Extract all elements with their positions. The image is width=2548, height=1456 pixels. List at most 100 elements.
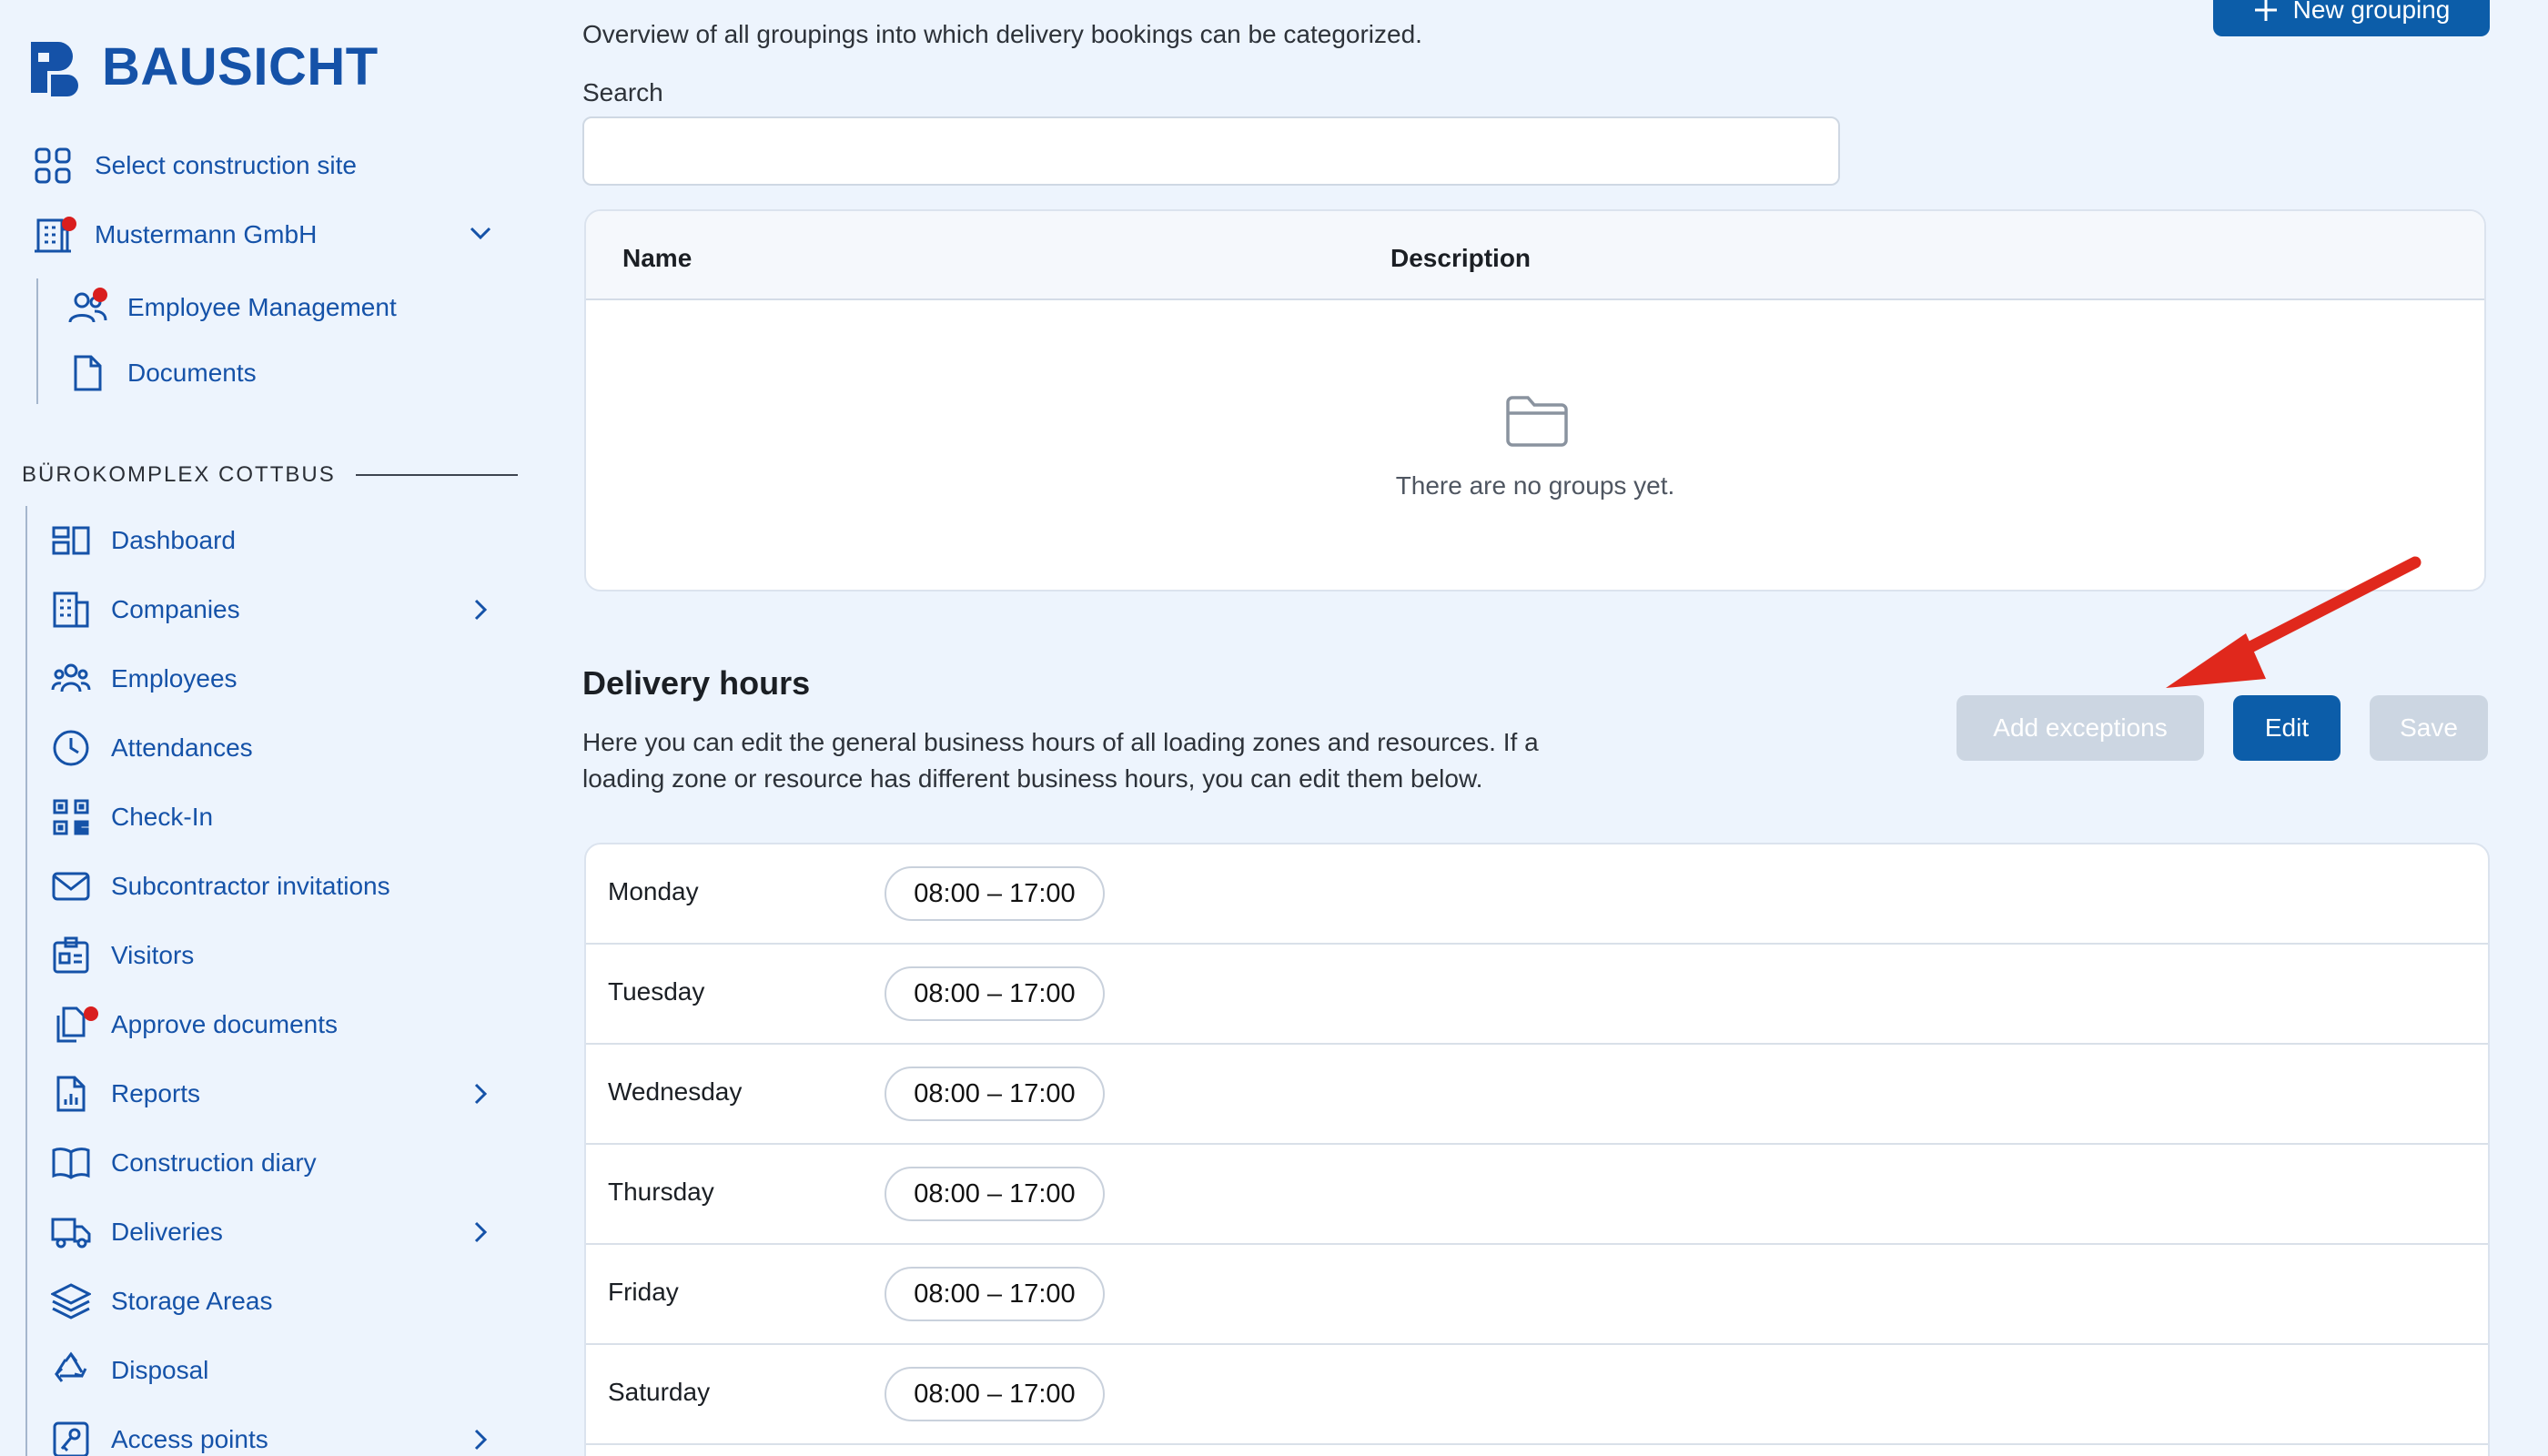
day-label: Saturday (608, 1378, 711, 1406)
table-row: Friday 08:00 – 17:00 (586, 1245, 2488, 1345)
day-label: Friday (608, 1278, 679, 1306)
select-site-label: Select construction site (95, 151, 357, 179)
sidebar-item-label: Reports (111, 1079, 201, 1107)
sidebar-item-attendances[interactable]: Attendances (51, 723, 253, 774)
company-menu[interactable]: Mustermann GmbH (33, 209, 317, 260)
new-grouping-button[interactable]: New grouping (2213, 0, 2490, 36)
sidebar-item-disposal[interactable]: Disposal (51, 1345, 208, 1396)
building-icon (33, 215, 76, 255)
dashboard-icon (51, 521, 91, 561)
sidebar-item-label: Disposal (111, 1356, 209, 1384)
clock-icon (51, 728, 91, 768)
chevron-right-icon[interactable] (471, 1427, 490, 1452)
sidebar: BAUSICHT Select construction site Muster… (0, 0, 528, 1456)
sidebar-item-employees[interactable]: Employees (51, 653, 238, 704)
grid-icon (33, 146, 73, 186)
sidebar-item-label: Check-In (111, 803, 214, 831)
select-construction-site[interactable]: Select construction site (33, 140, 357, 191)
users-icon (51, 659, 91, 699)
column-header-name[interactable]: Name (622, 244, 692, 273)
sidebar-item-approve-documents[interactable]: Approve documents (51, 999, 338, 1050)
folder-icon (1504, 393, 1570, 450)
empty-state-text: There are no groups yet. (1395, 471, 1675, 500)
day-label: Monday (608, 877, 699, 905)
edit-button[interactable]: Edit (2233, 695, 2341, 761)
search-input[interactable] (582, 116, 1840, 186)
delivery-hours-description: Here you can edit the general business h… (582, 728, 1539, 793)
sidebar-item-label: Companies (111, 595, 240, 623)
id-card-icon (51, 935, 91, 976)
users-icon (67, 288, 107, 328)
sidebar-item-label: Visitors (111, 941, 195, 969)
groupings-table: Name Description There are no groups yet… (584, 209, 2486, 592)
chevron-right-icon[interactable] (471, 1219, 490, 1245)
sidebar-item-label: Employees (111, 664, 238, 693)
delivery-hours-title: Delivery hours (582, 664, 811, 702)
day-label: Tuesday (608, 977, 705, 1006)
sidebar-item-access-points[interactable]: Access points (51, 1414, 268, 1456)
company-tree-line (36, 278, 38, 404)
column-header-description[interactable]: Description (1390, 244, 1531, 273)
book-icon (51, 1143, 91, 1183)
site-section-header: BÜROKOMPLEX COTTBUS (22, 462, 518, 488)
hours-pill[interactable]: 08:00 – 17:00 (885, 1167, 1105, 1221)
annotation-arrow-icon (2157, 546, 2430, 692)
sidebar-item-label: Documents (127, 359, 257, 387)
notification-dot (84, 1006, 98, 1021)
documents-icon (51, 1005, 98, 1045)
document-icon (67, 353, 107, 393)
sidebar-item-check-in[interactable]: Check-In (51, 792, 213, 843)
sidebar-item-companies[interactable]: Companies (51, 584, 240, 635)
notification-dot (93, 288, 107, 302)
hours-pill[interactable]: 08:00 – 17:00 (885, 866, 1105, 921)
day-label: Wednesday (608, 1077, 743, 1106)
sidebar-item-employee-management[interactable]: Employee Management (67, 282, 397, 333)
sidebar-item-storage-areas[interactable]: Storage Areas (51, 1276, 272, 1327)
sidebar-item-label: Construction diary (111, 1148, 317, 1177)
table-row: Monday 08:00 – 17:00 (586, 844, 2488, 945)
hours-pill[interactable]: 08:00 – 17:00 (885, 1067, 1105, 1121)
chevron-down-icon[interactable] (468, 224, 493, 242)
sidebar-item-reports[interactable]: Reports (51, 1068, 200, 1119)
access-icon (51, 1420, 91, 1456)
notification-dot (62, 217, 76, 231)
day-label: Thursday (608, 1178, 714, 1206)
sidebar-item-label: Storage Areas (111, 1287, 273, 1315)
sidebar-item-construction-diary[interactable]: Construction diary (51, 1138, 317, 1188)
search-label: Search (582, 78, 663, 106)
sidebar-item-label: Employee Management (127, 293, 397, 321)
sidebar-item-documents[interactable]: Documents (67, 348, 257, 399)
table-row: Tuesday 08:00 – 17:00 (586, 945, 2488, 1045)
sidebar-item-visitors[interactable]: Visitors (51, 930, 194, 981)
site-tree-line (25, 506, 27, 1456)
sidebar-item-subcontractor-invitations[interactable]: Subcontractor invitations (51, 861, 390, 912)
table-row: Thursday 08:00 – 17:00 (586, 1145, 2488, 1245)
company-label: Mustermann GmbH (95, 220, 318, 248)
qr-code-icon (51, 797, 91, 837)
chevron-right-icon[interactable] (471, 1081, 490, 1107)
save-button[interactable]: Save (2370, 695, 2488, 761)
layers-icon (51, 1281, 91, 1321)
bausicht-logo-icon (27, 38, 86, 96)
sidebar-item-label: Access points (111, 1425, 268, 1453)
table-header: Name Description (586, 211, 2484, 300)
plus-icon (2253, 0, 2293, 23)
brand-logo[interactable]: BAUSICHT (27, 36, 379, 97)
sidebar-item-label: Approve documents (111, 1010, 339, 1038)
sidebar-item-label: Attendances (111, 733, 253, 762)
new-grouping-label: New grouping (2292, 0, 2451, 24)
building-icon (51, 590, 91, 630)
hours-pill[interactable]: 08:00 – 17:00 (885, 1367, 1105, 1421)
hours-pill[interactable]: 08:00 – 17:00 (885, 1267, 1105, 1321)
hours-pill[interactable]: 08:00 – 17:00 (885, 966, 1105, 1021)
table-row: Saturday 08:00 – 17:00 (586, 1345, 2488, 1445)
sidebar-item-label: Dashboard (111, 526, 236, 554)
sidebar-item-deliveries[interactable]: Deliveries (51, 1207, 223, 1258)
report-icon (51, 1074, 91, 1114)
sidebar-item-dashboard[interactable]: Dashboard (51, 515, 236, 566)
brand-name: BAUSICHT (102, 37, 379, 96)
recycle-icon (51, 1350, 91, 1390)
chevron-right-icon[interactable] (471, 597, 490, 622)
sidebar-item-label: Subcontractor invitations (111, 872, 390, 900)
add-exceptions-button[interactable]: Add exceptions (1956, 695, 2204, 761)
